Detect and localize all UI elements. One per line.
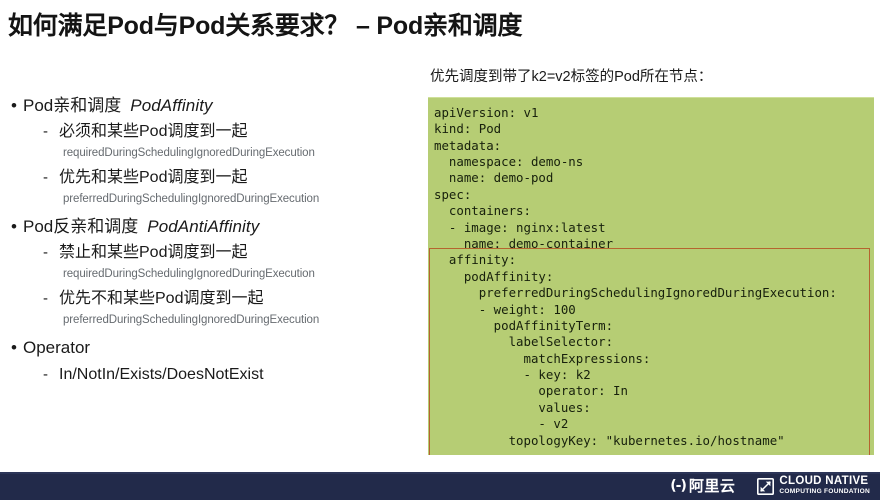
bullet-level2-label: 优先和某些Pod调度到一起 (59, 169, 248, 187)
bullet-level2: - In/NotIn/Exists/DoesNotExist (6, 365, 416, 385)
code-line: spec: (434, 186, 472, 202)
bullet-level2: - 禁止和某些Pod调度到一起 (6, 243, 416, 263)
bullet-level2: - 优先和某些Pod调度到一起 (6, 168, 416, 188)
code-line: affinity: (434, 252, 517, 268)
bullet-level1-emphasis: PodAffinity (130, 96, 213, 115)
code-line: name: demo-container (434, 235, 614, 251)
bullet-level2: - 优先不和某些Pod调度到一起 (6, 289, 416, 309)
yaml-code-block: apiVersion: v1 kind: Pod metadata: names… (428, 96, 874, 456)
dash-marker-icon: - (43, 290, 48, 308)
code-line: values: (434, 399, 591, 415)
bullet-level2-label: 优先不和某些Pod调度到一起 (59, 290, 264, 308)
code-line: topologyKey: "kubernetes.io/hostname" (434, 432, 785, 448)
alibaba-cloud-label: 阿里云 (688, 477, 736, 495)
bullet-dot-icon: • (11, 96, 17, 115)
bullet-list: • Pod亲和调度 PodAffinity - 必须和某些Pod调度到一起 req… (6, 95, 416, 385)
code-line: labelSelector: (434, 334, 614, 350)
code-line: - key: k2 (434, 367, 591, 383)
dash-marker-icon: - (43, 244, 48, 262)
alibaba-mark-icon: (-) (670, 478, 687, 494)
code-line: - image: nginx:latest (434, 219, 606, 235)
footer-bar: (-) 阿里云 CLOUD NATIVE COMPUTING FOUNDATIO… (0, 472, 880, 500)
dash-marker-icon: - (43, 365, 48, 383)
bullet-level1-text: Operator (23, 337, 90, 358)
code-line: - weight: 100 (434, 301, 576, 317)
bullet-level1: • Operator (6, 337, 416, 358)
cncf-line1: CLOUD NATIVE (779, 475, 869, 488)
bullet-level1-label: Pod反亲和调度 (23, 217, 139, 237)
code-line: containers: (434, 203, 531, 219)
dash-marker-icon: - (43, 123, 48, 141)
bullet-level2-label: 必须和某些Pod调度到一起 (59, 123, 248, 141)
code-line: matchExpressions: (434, 350, 651, 366)
bullet-level2-label: 禁止和某些Pod调度到一起 (59, 244, 248, 262)
code-line: operator: In (434, 383, 628, 399)
code-line: preferredDuringSchedulingIgnoredDuringEx… (434, 285, 837, 301)
bullet-level3-note: preferredDuringSchedulingIgnoredDuringEx… (63, 314, 320, 327)
code-line: podAffinityTerm: (434, 317, 614, 333)
bullet-group: • Pod反亲和调度 PodAntiAffinity - 禁止和某些Pod调度到一… (6, 216, 416, 328)
code-caption: 优先调度到带了k2=v2标签的Pod所在节点： (430, 69, 713, 85)
bullet-dot-icon: • (11, 217, 17, 237)
bullet-level3-note: requiredDuringSchedulingIgnoredDuringExe… (63, 147, 315, 160)
cncf-logo: CLOUD NATIVE COMPUTING FOUNDATION (757, 476, 870, 496)
bullet-group: • Operator - In/NotIn/Exists/DoesNotExis… (6, 337, 416, 384)
bullet-level1-emphasis: PodAntiAffinity (147, 217, 260, 237)
code-line: apiVersion: v1 (434, 104, 539, 120)
bullet-level1: • Pod反亲和调度 PodAntiAffinity (6, 216, 416, 237)
bullet-level1: • Pod亲和调度 PodAffinity (6, 95, 416, 116)
alibaba-cloud-logo: (-) 阿里云 (670, 479, 735, 494)
page-title: 如何满足Pod与Pod关系要求？ – Pod亲和调度 (8, 12, 523, 40)
cncf-line2: COMPUTING FOUNDATION (779, 487, 870, 495)
code-line: metadata: (434, 137, 502, 153)
code-line: - v2 (434, 416, 569, 432)
code-panel: 优先调度到带了k2=v2标签的Pod所在节点： apiVersion: v1 k… (428, 68, 874, 456)
dash-marker-icon: - (43, 169, 48, 187)
bullet-level2: - 必须和某些Pod调度到一起 (6, 122, 416, 142)
bullet-level1-text: Pod反亲和调度 PodAntiAffinity (23, 216, 259, 237)
code-line: namespace: demo-ns (434, 154, 584, 170)
bullet-level3-note: requiredDuringSchedulingIgnoredDuringExe… (63, 268, 315, 281)
bullet-group: • Pod亲和调度 PodAffinity - 必须和某些Pod调度到一起 req… (6, 95, 416, 207)
bullet-level2-label: In/NotIn/Exists/DoesNotExist (59, 365, 264, 383)
code-line: podAffinity: (434, 268, 554, 284)
cncf-wordmark: CLOUD NATIVE COMPUTING FOUNDATION (779, 476, 870, 496)
cncf-mark-icon (757, 477, 775, 495)
bullet-level1-text: Pod亲和调度 PodAffinity (23, 95, 213, 116)
bullet-level1-label: Pod亲和调度 (23, 96, 122, 115)
code-line: kind: Pod (434, 121, 502, 137)
bullet-dot-icon: • (11, 338, 17, 358)
bullet-level3-note: preferredDuringSchedulingIgnoredDuringEx… (63, 193, 320, 206)
bullet-level1-label: Operator (23, 338, 91, 358)
code-line: name: demo-pod (434, 170, 554, 186)
